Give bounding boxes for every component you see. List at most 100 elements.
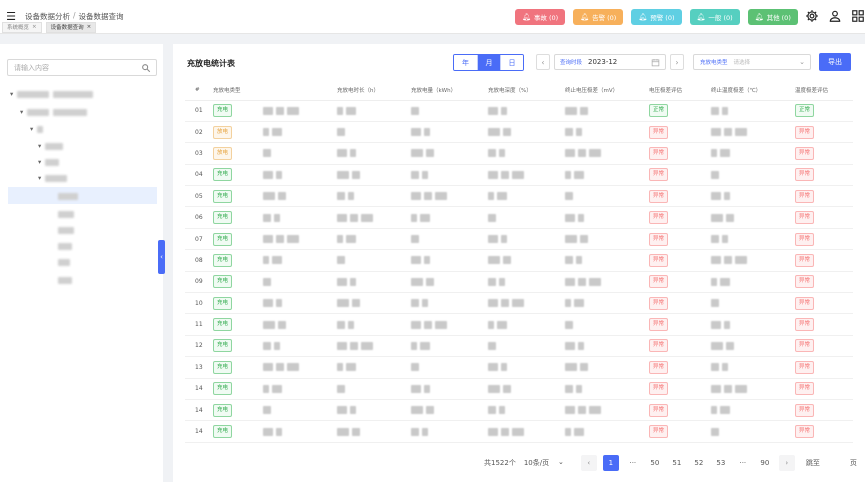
page-button[interactable]: 1 bbox=[602, 455, 619, 471]
table-row[interactable]: 14 充电 异常 异常 bbox=[185, 378, 853, 400]
tree-node[interactable]: ▾ bbox=[30, 123, 44, 135]
cell-volt-eval: 异常 bbox=[647, 271, 709, 294]
table-row[interactable]: 14 充电 异常 异常 bbox=[185, 399, 853, 422]
table-row[interactable]: 12 充电 异常 异常 bbox=[185, 335, 853, 358]
redacted-value bbox=[426, 149, 434, 158]
page-button[interactable]: 52 bbox=[691, 455, 707, 471]
page-ellipsis[interactable]: ··· bbox=[735, 455, 751, 471]
close-icon[interactable]: × bbox=[32, 24, 37, 30]
close-icon[interactable]: × bbox=[87, 24, 92, 30]
cell-energy bbox=[409, 378, 486, 400]
redacted-value bbox=[346, 363, 356, 372]
alert-general-button[interactable]: 🔔︎ 一般 (0) bbox=[689, 9, 740, 25]
table-row[interactable]: 13 充电 异常 异常 bbox=[185, 356, 853, 379]
redacted-value bbox=[711, 341, 723, 350]
table-row[interactable]: 11 充电 异常 异常 bbox=[185, 313, 853, 336]
page-size-select[interactable]: 10条/页 ⌄ bbox=[524, 458, 564, 468]
search-icon[interactable] bbox=[141, 63, 151, 75]
table-row[interactable]: 08 充电 异常 异常 bbox=[185, 249, 853, 272]
tab-device-data-query[interactable]: 设备数据查询 × bbox=[45, 21, 97, 33]
page-button[interactable]: 90 bbox=[757, 455, 773, 471]
tree-leaf[interactable] bbox=[58, 274, 72, 286]
cell-temp-eval-badge: 异常 bbox=[795, 125, 815, 139]
cell-volt-eval-badge: 异常 bbox=[649, 296, 669, 310]
cell-redacted bbox=[261, 313, 335, 336]
tree-leaf[interactable] bbox=[58, 224, 74, 236]
redacted-value bbox=[574, 299, 584, 308]
redacted-value bbox=[274, 213, 280, 222]
tree-node-root[interactable]: ▾ bbox=[10, 88, 94, 100]
redacted-value bbox=[411, 384, 421, 393]
alert-alarm-button[interactable]: 🔔︎ 告警 (0) bbox=[573, 9, 624, 25]
tree-leaf[interactable] bbox=[58, 208, 74, 220]
sidebar-collapse-handle[interactable]: ‹ bbox=[158, 240, 165, 274]
prev-page-button[interactable]: ‹ bbox=[580, 455, 597, 471]
alert-label: 事故 (0) bbox=[533, 14, 559, 22]
table-row[interactable]: 01 充电 正常 正常 bbox=[185, 100, 853, 122]
tree-leaf-selected[interactable] bbox=[58, 190, 78, 202]
caret-down-icon[interactable]: ▾ bbox=[10, 90, 13, 98]
table-row[interactable]: 05 充电 异常 异常 bbox=[185, 185, 853, 208]
redacted-value bbox=[263, 256, 269, 265]
tree-node[interactable]: ▾ bbox=[38, 140, 64, 152]
caret-down-icon[interactable]: ▾ bbox=[30, 125, 33, 133]
charge-type-select[interactable]: 充放电类型 请选择 ⌄ bbox=[693, 54, 811, 70]
caret-down-icon[interactable]: ▾ bbox=[38, 174, 41, 182]
cell-duration bbox=[335, 228, 409, 251]
table-row[interactable]: 04 充电 异常 异常 bbox=[185, 164, 853, 187]
redacted-value bbox=[576, 384, 582, 393]
caret-down-icon[interactable]: ▾ bbox=[38, 142, 41, 150]
prev-period-button[interactable]: ‹ bbox=[536, 54, 550, 70]
search-box bbox=[7, 59, 157, 76]
table-row[interactable]: 14 充电 异常 异常 bbox=[185, 420, 853, 443]
tree-label-redacted bbox=[45, 174, 68, 182]
table-row[interactable]: 09 充电 异常 异常 bbox=[185, 271, 853, 294]
redacted-value bbox=[720, 277, 730, 286]
redacted-value bbox=[278, 192, 286, 201]
cell-depth bbox=[486, 206, 563, 229]
type-placeholder: 请选择 bbox=[733, 60, 751, 66]
tree-node[interactable]: ▾ bbox=[20, 106, 88, 118]
table-row[interactable]: 07 充电 异常 异常 bbox=[185, 228, 853, 251]
alert-accident-button[interactable]: 🔔︎ 事故 (0) bbox=[515, 9, 566, 25]
table-header-row: # 充放电类型 充放电时长（h） 充放电量（kWh） 充放电深度（%） 终止电压… bbox=[185, 80, 853, 101]
table-row[interactable]: 10 充电 异常 异常 bbox=[185, 292, 853, 315]
month-button[interactable]: 月 bbox=[477, 55, 500, 70]
alert-other-button[interactable]: 🔔︎ 其他 (0) bbox=[747, 9, 798, 25]
cell-temp-range bbox=[709, 206, 793, 229]
table-row[interactable]: 02 放电 异常 异常 bbox=[185, 121, 853, 144]
search-input[interactable] bbox=[14, 63, 134, 72]
table-row[interactable]: 06 充电 异常 异常 bbox=[185, 206, 853, 229]
date-picker[interactable]: 查询时段 2023-12 bbox=[554, 54, 666, 70]
gear-icon[interactable] bbox=[805, 8, 819, 24]
tab-system-overview[interactable]: 系统概览 × bbox=[2, 21, 42, 33]
next-page-button[interactable]: › bbox=[778, 455, 795, 471]
redacted-value bbox=[578, 277, 586, 286]
page-ellipsis[interactable]: ··· bbox=[625, 455, 641, 471]
cell-energy bbox=[409, 121, 486, 144]
tree-leaf[interactable] bbox=[58, 240, 72, 252]
year-button[interactable]: 年 bbox=[454, 55, 477, 70]
cell-duration bbox=[335, 292, 409, 315]
cell-temp-range bbox=[709, 399, 793, 422]
cell-type-badge: 充电 bbox=[213, 253, 233, 267]
redacted-value bbox=[422, 427, 428, 436]
export-button[interactable]: 导出 bbox=[819, 53, 851, 71]
day-button[interactable]: 日 bbox=[500, 55, 523, 70]
tree-leaf[interactable] bbox=[58, 256, 70, 268]
user-icon[interactable] bbox=[828, 8, 842, 24]
caret-down-icon[interactable]: ▾ bbox=[38, 158, 41, 166]
tree-node[interactable]: ▾ bbox=[38, 172, 68, 184]
page-button[interactable]: 50 bbox=[647, 455, 663, 471]
next-period-button[interactable]: › bbox=[670, 54, 684, 70]
redacted-value bbox=[720, 149, 730, 158]
goto-page[interactable]: 跳至 页 bbox=[806, 458, 857, 468]
page-button[interactable]: 51 bbox=[669, 455, 685, 471]
table-row[interactable]: 03 放电 异常 异常 bbox=[185, 142, 853, 165]
qr-code-icon[interactable] bbox=[851, 8, 865, 24]
tree-node[interactable]: ▾ bbox=[38, 156, 60, 168]
page-button[interactable]: 53 bbox=[713, 455, 729, 471]
alert-warning-button[interactable]: 🔔︎ 预警 (0) bbox=[631, 9, 682, 25]
redacted-value bbox=[711, 213, 723, 222]
caret-down-icon[interactable]: ▾ bbox=[20, 108, 23, 116]
